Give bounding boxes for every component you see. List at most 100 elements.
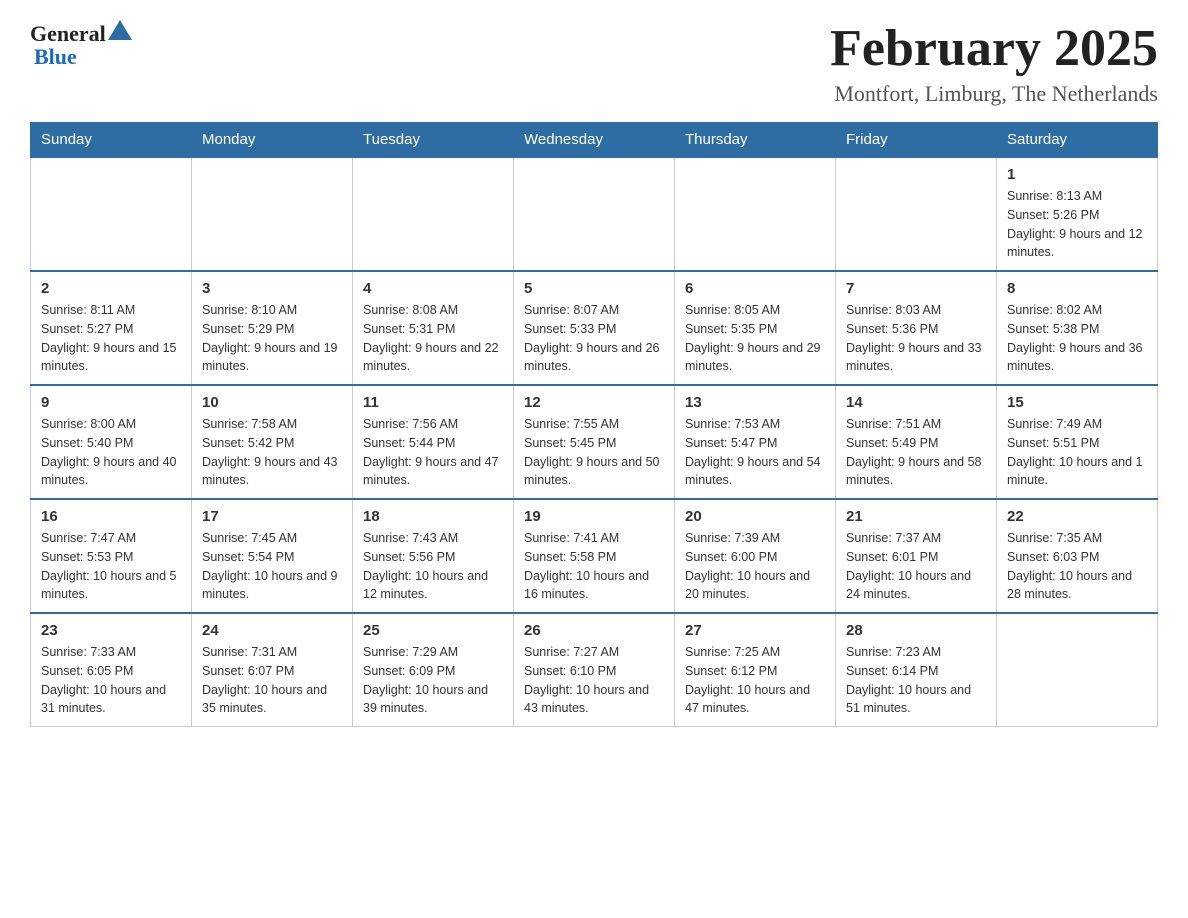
weekday-header-saturday: Saturday (997, 123, 1158, 158)
calendar-cell: 26 Sunrise: 7:27 AM Sunset: 6:10 PM Dayli… (514, 613, 675, 727)
day-number: 27 (685, 622, 825, 639)
day-number: 10 (202, 394, 342, 411)
calendar-cell: 27 Sunrise: 7:25 AM Sunset: 6:12 PM Dayli… (675, 613, 836, 727)
day-number: 4 (363, 280, 503, 297)
day-number: 5 (524, 280, 664, 297)
calendar-cell (997, 613, 1158, 727)
day-info: Sunrise: 7:37 AM Sunset: 6:01 PM Dayligh… (846, 529, 986, 604)
calendar-cell: 22 Sunrise: 7:35 AM Sunset: 6:03 PM Dayli… (997, 499, 1158, 613)
day-number: 22 (1007, 508, 1147, 525)
day-number: 21 (846, 508, 986, 525)
calendar-cell: 28 Sunrise: 7:23 AM Sunset: 6:14 PM Dayli… (836, 613, 997, 727)
day-info: Sunrise: 7:58 AM Sunset: 5:42 PM Dayligh… (202, 415, 342, 490)
day-number: 28 (846, 622, 986, 639)
calendar-header-row: SundayMondayTuesdayWednesdayThursdayFrid… (31, 123, 1158, 158)
calendar-cell: 15 Sunrise: 7:49 AM Sunset: 5:51 PM Dayli… (997, 385, 1158, 499)
day-number: 9 (41, 394, 181, 411)
calendar-cell: 5 Sunrise: 8:07 AM Sunset: 5:33 PM Daylig… (514, 271, 675, 385)
day-info: Sunrise: 7:33 AM Sunset: 6:05 PM Dayligh… (41, 643, 181, 718)
day-info: Sunrise: 7:56 AM Sunset: 5:44 PM Dayligh… (363, 415, 503, 490)
calendar-cell: 10 Sunrise: 7:58 AM Sunset: 5:42 PM Dayli… (192, 385, 353, 499)
weekday-header-monday: Monday (192, 123, 353, 158)
day-info: Sunrise: 8:00 AM Sunset: 5:40 PM Dayligh… (41, 415, 181, 490)
day-info: Sunrise: 7:45 AM Sunset: 5:54 PM Dayligh… (202, 529, 342, 604)
day-info: Sunrise: 7:47 AM Sunset: 5:53 PM Dayligh… (41, 529, 181, 604)
logo-icon (106, 18, 134, 46)
day-number: 16 (41, 508, 181, 525)
calendar-cell: 25Sunrise: 7:29 AM Sunset: 6:09 PM Dayli… (353, 613, 514, 727)
calendar-cell: 9 Sunrise: 8:00 AM Sunset: 5:40 PM Daylig… (31, 385, 192, 499)
calendar-cell (353, 157, 514, 271)
day-number: 15 (1007, 394, 1147, 411)
calendar-title: February 2025 (830, 20, 1158, 77)
weekday-header-tuesday: Tuesday (353, 123, 514, 158)
day-number: 14 (846, 394, 986, 411)
calendar-cell: 11Sunrise: 7:56 AM Sunset: 5:44 PM Dayli… (353, 385, 514, 499)
day-number: 26 (524, 622, 664, 639)
calendar-cell: 24 Sunrise: 7:31 AM Sunset: 6:07 PM Dayli… (192, 613, 353, 727)
day-info: Sunrise: 7:35 AM Sunset: 6:03 PM Dayligh… (1007, 529, 1147, 604)
calendar-cell: 14 Sunrise: 7:51 AM Sunset: 5:49 PM Dayli… (836, 385, 997, 499)
calendar-cell: 20 Sunrise: 7:39 AM Sunset: 6:00 PM Dayli… (675, 499, 836, 613)
day-number: 20 (685, 508, 825, 525)
day-info: Sunrise: 8:02 AM Sunset: 5:38 PM Dayligh… (1007, 301, 1147, 376)
calendar-cell (514, 157, 675, 271)
calendar-cell (31, 157, 192, 271)
week-row-3: 9 Sunrise: 8:00 AM Sunset: 5:40 PM Daylig… (31, 385, 1158, 499)
calendar-cell: 21 Sunrise: 7:37 AM Sunset: 6:01 PM Dayli… (836, 499, 997, 613)
calendar-cell: 7 Sunrise: 8:03 AM Sunset: 5:36 PM Daylig… (836, 271, 997, 385)
day-number: 25 (363, 622, 503, 639)
day-number: 23 (41, 622, 181, 639)
weekday-header-wednesday: Wednesday (514, 123, 675, 158)
weekday-header-thursday: Thursday (675, 123, 836, 158)
calendar-location: Montfort, Limburg, The Netherlands (830, 81, 1158, 107)
calendar-cell (192, 157, 353, 271)
calendar-cell: 8 Sunrise: 8:02 AM Sunset: 5:38 PM Daylig… (997, 271, 1158, 385)
calendar-cell: 4 Sunrise: 8:08 AM Sunset: 5:31 PM Daylig… (353, 271, 514, 385)
week-row-1: 1Sunrise: 8:13 AM Sunset: 5:26 PM Daylig… (31, 157, 1158, 271)
day-number: 3 (202, 280, 342, 297)
day-number: 18 (363, 508, 503, 525)
day-info: Sunrise: 7:43 AM Sunset: 5:56 PM Dayligh… (363, 529, 503, 604)
day-number: 7 (846, 280, 986, 297)
calendar-cell: 1Sunrise: 8:13 AM Sunset: 5:26 PM Daylig… (997, 157, 1158, 271)
day-number: 8 (1007, 280, 1147, 297)
calendar-table: SundayMondayTuesdayWednesdayThursdayFrid… (30, 122, 1158, 727)
title-section: February 2025 Montfort, Limburg, The Net… (830, 20, 1158, 107)
day-number: 1 (1007, 166, 1147, 183)
weekday-header-sunday: Sunday (31, 123, 192, 158)
day-number: 17 (202, 508, 342, 525)
day-info: Sunrise: 7:53 AM Sunset: 5:47 PM Dayligh… (685, 415, 825, 490)
day-info: Sunrise: 8:11 AM Sunset: 5:27 PM Dayligh… (41, 301, 181, 376)
week-row-5: 23 Sunrise: 7:33 AM Sunset: 6:05 PM Dayli… (31, 613, 1158, 727)
calendar-cell: 2Sunrise: 8:11 AM Sunset: 5:27 PM Daylig… (31, 271, 192, 385)
day-info: Sunrise: 7:25 AM Sunset: 6:12 PM Dayligh… (685, 643, 825, 718)
weekday-header-friday: Friday (836, 123, 997, 158)
logo: General Blue (30, 20, 134, 70)
calendar-cell: 17 Sunrise: 7:45 AM Sunset: 5:54 PM Dayli… (192, 499, 353, 613)
day-info: Sunrise: 7:27 AM Sunset: 6:10 PM Dayligh… (524, 643, 664, 718)
calendar-cell: 12Sunrise: 7:55 AM Sunset: 5:45 PM Dayli… (514, 385, 675, 499)
day-info: Sunrise: 7:51 AM Sunset: 5:49 PM Dayligh… (846, 415, 986, 490)
day-info: Sunrise: 7:49 AM Sunset: 5:51 PM Dayligh… (1007, 415, 1147, 490)
day-info: Sunrise: 8:08 AM Sunset: 5:31 PM Dayligh… (363, 301, 503, 376)
calendar-cell: 3 Sunrise: 8:10 AM Sunset: 5:29 PM Daylig… (192, 271, 353, 385)
calendar-cell (836, 157, 997, 271)
day-info: Sunrise: 8:10 AM Sunset: 5:29 PM Dayligh… (202, 301, 342, 376)
day-number: 6 (685, 280, 825, 297)
day-info: Sunrise: 8:03 AM Sunset: 5:36 PM Dayligh… (846, 301, 986, 376)
day-number: 13 (685, 394, 825, 411)
week-row-4: 16 Sunrise: 7:47 AM Sunset: 5:53 PM Dayli… (31, 499, 1158, 613)
calendar-cell: 13 Sunrise: 7:53 AM Sunset: 5:47 PM Dayli… (675, 385, 836, 499)
day-info: Sunrise: 7:41 AM Sunset: 5:58 PM Dayligh… (524, 529, 664, 604)
day-info: Sunrise: 7:23 AM Sunset: 6:14 PM Dayligh… (846, 643, 986, 718)
day-info: Sunrise: 8:05 AM Sunset: 5:35 PM Dayligh… (685, 301, 825, 376)
day-info: Sunrise: 7:39 AM Sunset: 6:00 PM Dayligh… (685, 529, 825, 604)
day-number: 24 (202, 622, 342, 639)
page-header: General Blue February 2025 Montfort, Lim… (30, 20, 1158, 107)
day-info: Sunrise: 8:07 AM Sunset: 5:33 PM Dayligh… (524, 301, 664, 376)
calendar-cell: 16 Sunrise: 7:47 AM Sunset: 5:53 PM Dayli… (31, 499, 192, 613)
calendar-cell: 23 Sunrise: 7:33 AM Sunset: 6:05 PM Dayli… (31, 613, 192, 727)
calendar-cell (675, 157, 836, 271)
day-info: Sunrise: 7:31 AM Sunset: 6:07 PM Dayligh… (202, 643, 342, 718)
